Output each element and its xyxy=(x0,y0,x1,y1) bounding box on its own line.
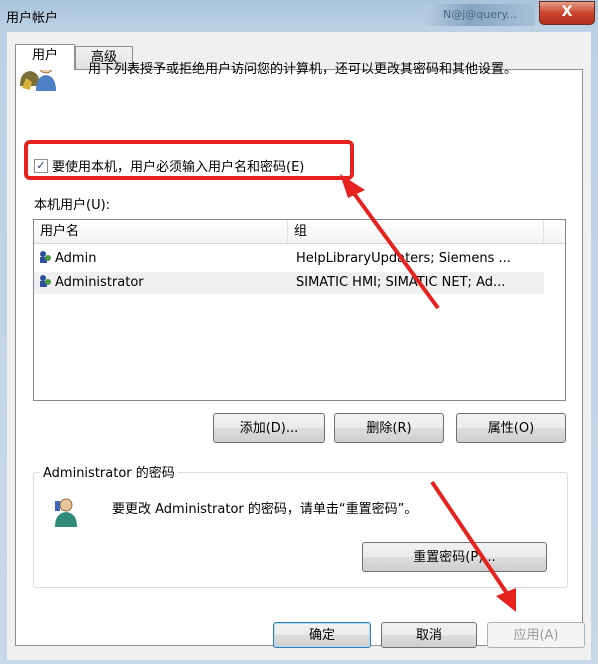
delete-user-button[interactable]: 删除(R) xyxy=(334,413,444,443)
window-title: 用户帐户 xyxy=(6,11,59,26)
properties-button[interactable]: 属性(O) xyxy=(456,413,566,443)
column-header-username[interactable]: 用户名 xyxy=(34,220,288,244)
user-key-icon xyxy=(55,498,77,527)
user-icon xyxy=(40,251,51,263)
close-button[interactable]: X xyxy=(539,1,595,25)
user-name: Admin xyxy=(55,251,97,266)
user-name-cell: Administrator xyxy=(38,272,284,294)
background-window-title: N@j@query... xyxy=(425,4,535,26)
tab-users[interactable]: 用户 xyxy=(15,44,75,70)
apply-button[interactable]: 应用(A) xyxy=(487,622,585,648)
background-window-title-text: N@j@query... xyxy=(443,8,517,21)
user-name-cell: Admin xyxy=(38,248,284,270)
ok-button[interactable]: 确定 xyxy=(273,622,371,648)
title-bar[interactable]: 用户帐户 N@j@query... X xyxy=(0,0,598,32)
table-row[interactable]: Administrator SIMATIC HMI; SIMATIC NET; … xyxy=(34,272,544,294)
user-group-cell: SIMATIC HMI; SIMATIC NET; Ad... xyxy=(296,275,506,290)
table-row[interactable]: Admin HelpLibraryUpdaters; Siemens ... xyxy=(34,248,544,270)
user-icon xyxy=(40,275,51,287)
password-instructions: 要更改 Administrator 的密码，请单击“重置密码”。 xyxy=(112,502,418,517)
cancel-button[interactable]: 取消 xyxy=(381,622,477,648)
user-accounts-window: 用户帐户 N@j@query... X 用户 高级 用下列表授予或拒绝用户访问您… xyxy=(0,0,598,664)
intro-text: 用下列表授予或拒绝用户访问您的计算机，还可以更改其密码和其他设置。 xyxy=(88,62,518,77)
reset-password-button[interactable]: 重置密码(P)... xyxy=(362,542,547,572)
local-users-label: 本机用户(U): xyxy=(34,198,111,213)
column-header-filler xyxy=(544,220,565,244)
password-group-title: Administrator 的密码 xyxy=(40,462,178,481)
users-list[interactable]: 用户名 组 Admin HelpLibraryUpdaters; Siemens… xyxy=(33,219,566,401)
user-group-cell: HelpLibraryUpdaters; Siemens ... xyxy=(296,251,511,266)
add-user-button[interactable]: 添加(D)... xyxy=(213,413,325,443)
highlight-box xyxy=(24,140,354,180)
user-name: Administrator xyxy=(55,275,144,290)
column-header-group[interactable]: 组 xyxy=(288,220,544,244)
